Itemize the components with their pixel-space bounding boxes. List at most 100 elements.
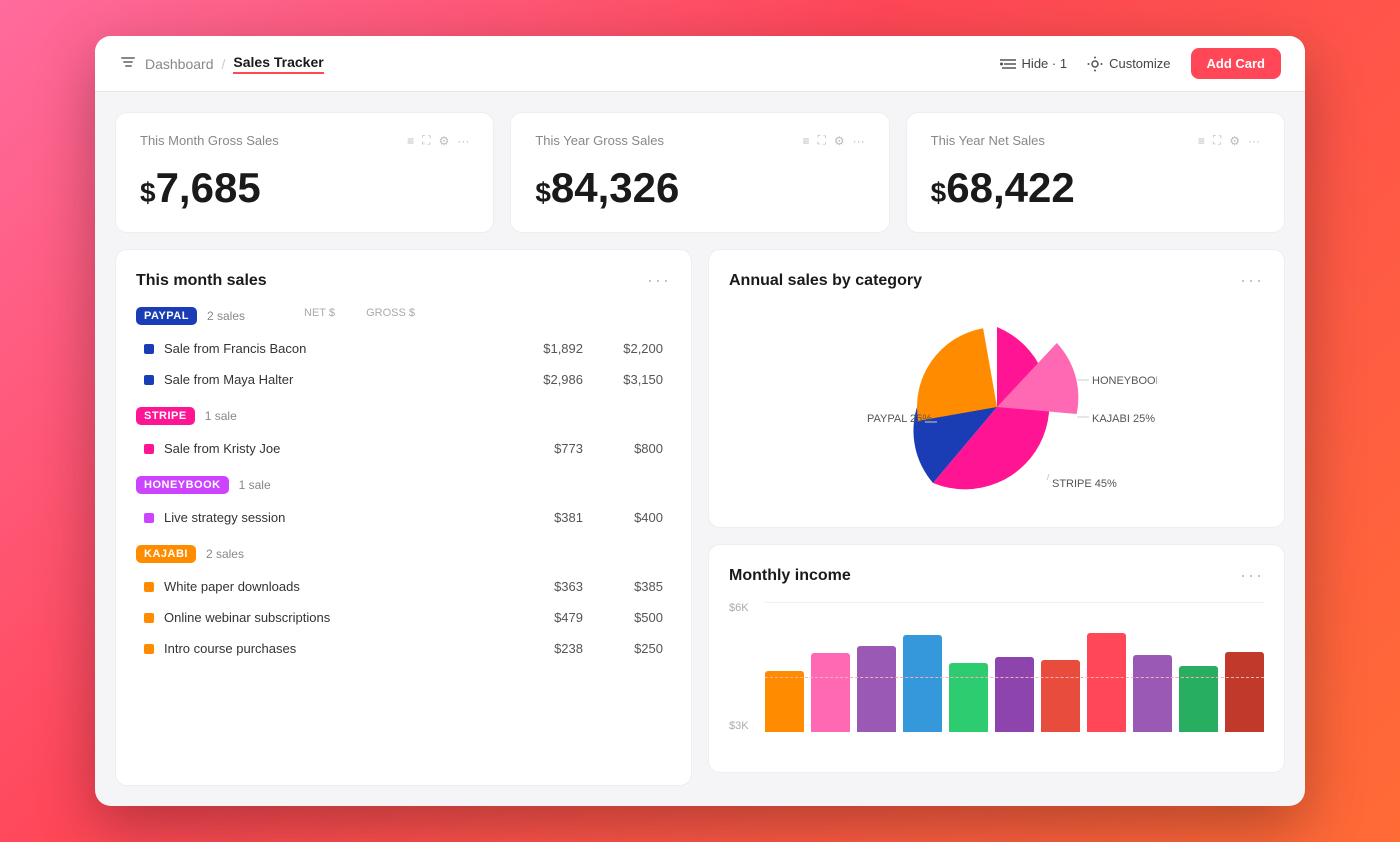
table-row[interactable]: Online webinar subscriptions$479$500 bbox=[136, 602, 671, 633]
expand-icon-2[interactable]: ⛶ bbox=[1213, 133, 1221, 148]
stat-card-header-2: This Year Net Sales ≡ ⛶ ⚙ ··· bbox=[931, 133, 1260, 148]
customize-icon bbox=[1087, 56, 1103, 72]
stat-card-title-1: This Year Gross Sales bbox=[535, 133, 664, 148]
stat-value-1: $84,326 bbox=[535, 164, 864, 212]
gear-icon-0[interactable]: ⚙ bbox=[439, 134, 450, 148]
provider-section-0: PAYPAL2 salesNET $GROSS $ Sale from Franc… bbox=[136, 307, 671, 395]
pie-panel-title: Annual sales by category bbox=[729, 272, 922, 290]
sale-name: Intro course purchases bbox=[164, 641, 503, 656]
stat-card-controls-1: ≡ ⛶ ⚙ ··· bbox=[802, 133, 864, 148]
stat-currency-2: $ bbox=[931, 177, 947, 208]
sale-gross: $250 bbox=[583, 641, 663, 656]
bar bbox=[995, 657, 1034, 732]
sale-gross: $500 bbox=[583, 610, 663, 625]
table-row[interactable]: White paper downloads$363$385 bbox=[136, 571, 671, 602]
sale-net: $238 bbox=[503, 641, 583, 656]
more-icon-2[interactable]: ··· bbox=[1248, 134, 1260, 148]
stat-card-controls-2: ≡ ⛶ ⚙ ··· bbox=[1198, 133, 1260, 148]
provider-header-1: STRIPE1 sale bbox=[136, 407, 671, 425]
svg-text:STRIPE 45%: STRIPE 45% bbox=[1052, 478, 1117, 490]
provider-count-3: 2 sales bbox=[206, 547, 244, 561]
bar bbox=[903, 635, 942, 732]
expand-icon-0[interactable]: ⛶ bbox=[422, 133, 430, 148]
provider-count-2: 1 sale bbox=[239, 478, 271, 492]
sale-name: White paper downloads bbox=[164, 579, 503, 594]
sale-indicator bbox=[144, 344, 154, 354]
sale-name: Sale from Maya Halter bbox=[164, 372, 503, 387]
pie-chart-svg: HONEYBOOK 15% KAJABI 25% PAYPAL 25% STRI… bbox=[837, 312, 1157, 502]
gear-icon-2[interactable]: ⚙ bbox=[1229, 134, 1240, 148]
provider-badge-3: KAJABI bbox=[136, 545, 196, 563]
providers-container: PAYPAL2 salesNET $GROSS $ Sale from Franc… bbox=[136, 307, 671, 664]
hide-button[interactable]: Hide · 1 bbox=[1000, 56, 1068, 71]
sale-name: Live strategy session bbox=[164, 510, 503, 525]
breadcrumb-separator: / bbox=[222, 56, 226, 72]
bar-chart-panel: Monthly income ··· $6K $3K bbox=[708, 544, 1285, 773]
stat-card-controls-0: ≡ ⛶ ⚙ ··· bbox=[407, 133, 469, 148]
provider-header-2: HONEYBOOK1 sale bbox=[136, 476, 671, 494]
breadcrumb-active[interactable]: Sales Tracker bbox=[233, 54, 323, 74]
bottom-area: This month sales ··· PAYPAL2 salesNET $G… bbox=[115, 249, 1285, 786]
sale-net: $363 bbox=[503, 579, 583, 594]
sale-net: $479 bbox=[503, 610, 583, 625]
more-icon-0[interactable]: ··· bbox=[457, 134, 469, 148]
main-container: Dashboard / Sales Tracker Hide · 1 bbox=[95, 36, 1305, 806]
bar-chart-container: $6K $3K bbox=[729, 602, 1264, 752]
hide-icon bbox=[1000, 58, 1016, 70]
stat-value-2: $68,422 bbox=[931, 164, 1260, 212]
stat-card-1: This Year Gross Sales ≡ ⛶ ⚙ ··· $84,326 bbox=[510, 112, 889, 233]
filter-icon-2[interactable]: ≡ bbox=[1198, 134, 1205, 148]
hide-label: Hide · 1 bbox=[1022, 56, 1068, 71]
y-axis: $6K $3K bbox=[729, 602, 749, 732]
sale-net: $773 bbox=[503, 441, 583, 456]
pie-panel-more[interactable]: ··· bbox=[1240, 270, 1264, 291]
sale-indicator bbox=[144, 613, 154, 623]
table-row[interactable]: Live strategy session$381$400 bbox=[136, 502, 671, 533]
stat-value-0: $7,685 bbox=[140, 164, 469, 212]
bar bbox=[949, 663, 988, 732]
col-headers: NET $GROSS $ bbox=[255, 307, 423, 319]
customize-button[interactable]: Customize bbox=[1087, 56, 1170, 72]
header: Dashboard / Sales Tracker Hide · 1 bbox=[95, 36, 1305, 92]
bar bbox=[1225, 652, 1264, 732]
breadcrumb: Dashboard / Sales Tracker bbox=[119, 54, 324, 74]
sale-gross: $800 bbox=[583, 441, 663, 456]
sale-name: Sale from Kristy Joe bbox=[164, 441, 503, 456]
table-row[interactable]: Sale from Maya Halter$2,986$3,150 bbox=[136, 364, 671, 395]
bar-panel-header: Monthly income ··· bbox=[729, 565, 1264, 586]
provider-section-3: KAJABI 2 sales White paper downloads$363$3… bbox=[136, 545, 671, 664]
stat-number-2: 68,422 bbox=[946, 164, 1074, 211]
top-cards: This Month Gross Sales ≡ ⛶ ⚙ ··· $7,685 … bbox=[115, 112, 1285, 233]
sales-panel-title: This month sales bbox=[136, 272, 267, 290]
bar bbox=[1133, 655, 1172, 732]
sales-panel[interactable]: This month sales ··· PAYPAL2 salesNET $G… bbox=[115, 249, 692, 786]
provider-count-1: 1 sale bbox=[205, 409, 237, 423]
bar-panel-title: Monthly income bbox=[729, 567, 851, 585]
provider-section-2: HONEYBOOK1 sale Live strategy session$381… bbox=[136, 476, 671, 533]
stat-card-title-2: This Year Net Sales bbox=[931, 133, 1045, 148]
filter-icon-0[interactable]: ≡ bbox=[407, 134, 414, 148]
grid-mid-dashed bbox=[765, 677, 1264, 678]
sale-indicator bbox=[144, 644, 154, 654]
sales-panel-more[interactable]: ··· bbox=[647, 270, 671, 291]
stat-currency-1: $ bbox=[535, 177, 551, 208]
bar bbox=[1179, 666, 1218, 732]
pie-chart-area: HONEYBOOK 15% KAJABI 25% PAYPAL 25% STRI… bbox=[729, 307, 1264, 507]
more-icon-1[interactable]: ··· bbox=[853, 134, 865, 148]
grid-top bbox=[765, 602, 1264, 603]
table-row[interactable]: Sale from Kristy Joe$773$800 bbox=[136, 433, 671, 464]
pie-chart-panel: Annual sales by category ··· bbox=[708, 249, 1285, 528]
expand-icon-1[interactable]: ⛶ bbox=[817, 133, 825, 148]
table-row[interactable]: Sale from Francis Bacon$1,892$2,200 bbox=[136, 333, 671, 364]
bar-panel-more[interactable]: ··· bbox=[1240, 565, 1264, 586]
breadcrumb-dashboard[interactable]: Dashboard bbox=[145, 56, 214, 72]
filter-icon-1[interactable]: ≡ bbox=[802, 134, 809, 148]
add-card-button[interactable]: Add Card bbox=[1191, 48, 1282, 79]
table-row[interactable]: Intro course purchases$238$250 bbox=[136, 633, 671, 664]
provider-header-0: PAYPAL2 salesNET $GROSS $ bbox=[136, 307, 671, 325]
sale-gross: $400 bbox=[583, 510, 663, 525]
stat-card-header-1: This Year Gross Sales ≡ ⛶ ⚙ ··· bbox=[535, 133, 864, 148]
gear-icon-1[interactable]: ⚙ bbox=[834, 134, 845, 148]
stat-currency-0: $ bbox=[140, 177, 156, 208]
bar bbox=[1041, 660, 1080, 732]
